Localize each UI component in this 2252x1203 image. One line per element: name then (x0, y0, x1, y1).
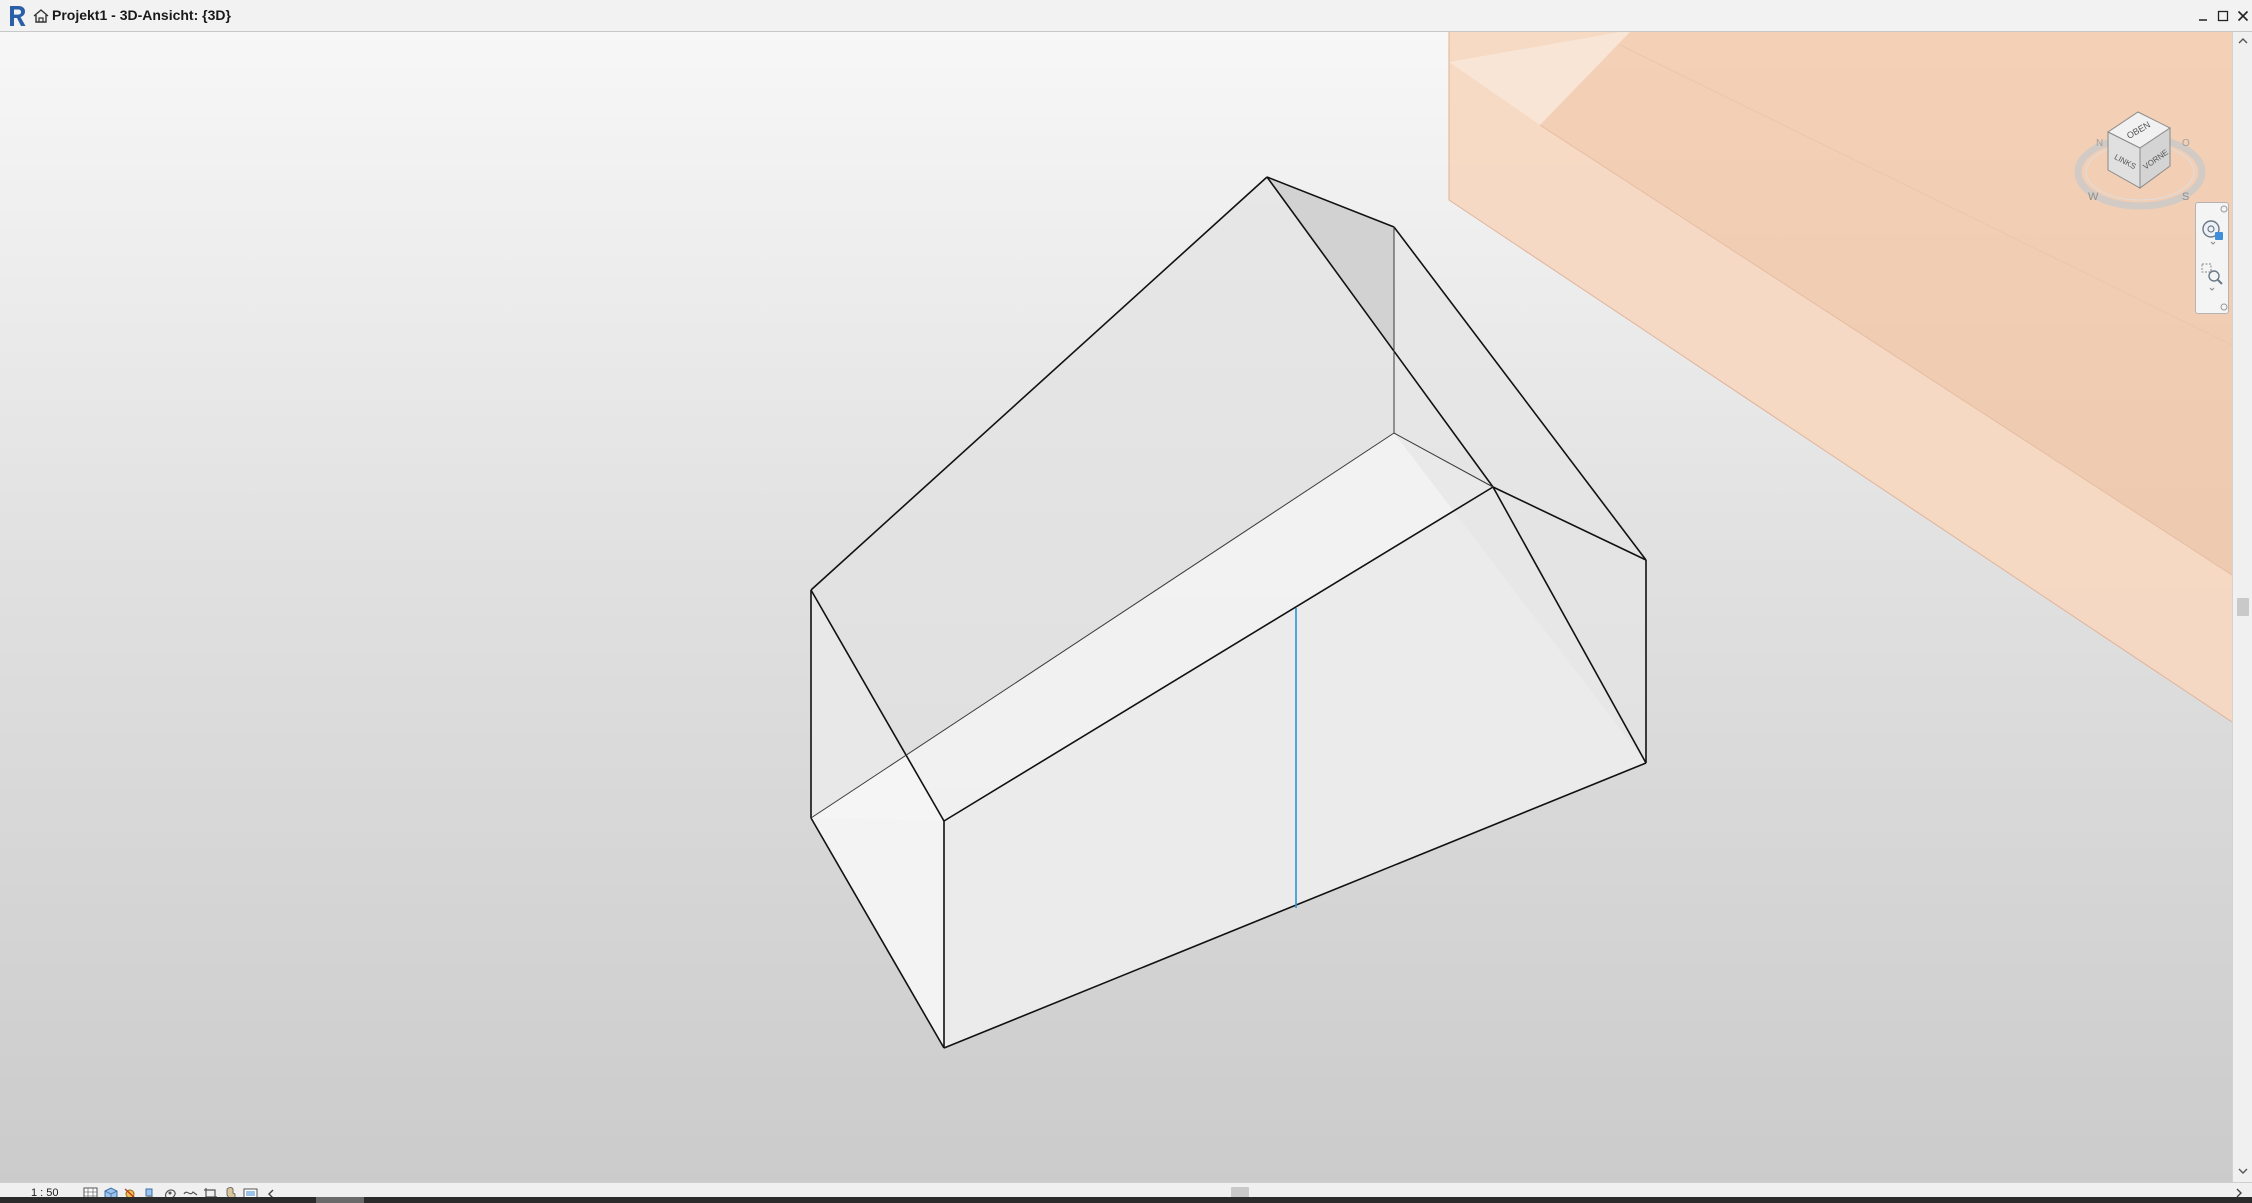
house-model[interactable] (810, 176, 1647, 1049)
steering-wheel-icon[interactable] (2199, 217, 2225, 245)
3d-house-view-icon (33, 9, 49, 23)
close-icon (2237, 10, 2249, 22)
compass-east-label[interactable]: O (2182, 138, 2190, 149)
taskbar-tab[interactable] (316, 1197, 364, 1203)
revit-logo-icon[interactable] (6, 4, 28, 28)
chevron-down-icon[interactable] (2237, 1166, 2249, 1176)
compass-west-label[interactable]: W (2088, 191, 2099, 203)
maximize-icon (2217, 10, 2229, 22)
chevron-up-icon[interactable] (2237, 36, 2249, 46)
minimize-icon (2199, 19, 2207, 21)
vertical-scrollbar[interactable] (2232, 32, 2252, 1182)
model-scene[interactable] (0, 32, 2232, 1182)
close-button[interactable] (2230, 3, 2252, 29)
options-icon[interactable] (2220, 303, 2228, 311)
title-bar: Projekt1 - 3D-Ansicht: {3D} (0, 0, 2252, 32)
window-title: Projekt1 - 3D-Ansicht: {3D} (52, 7, 231, 23)
vertical-scroll-thumb[interactable] (2237, 598, 2249, 616)
viewcube[interactable]: OBEN LINKS VORNE W S N O (2070, 84, 2210, 224)
navigation-bar (2195, 202, 2229, 314)
zoom-region-icon[interactable] (2199, 261, 2225, 291)
3d-viewport[interactable]: OBEN LINKS VORNE W S N O (0, 32, 2232, 1182)
compass-south-label[interactable]: S (2182, 191, 2189, 203)
close-icon[interactable] (2220, 205, 2228, 213)
compass-north-label[interactable]: N (2096, 138, 2103, 149)
